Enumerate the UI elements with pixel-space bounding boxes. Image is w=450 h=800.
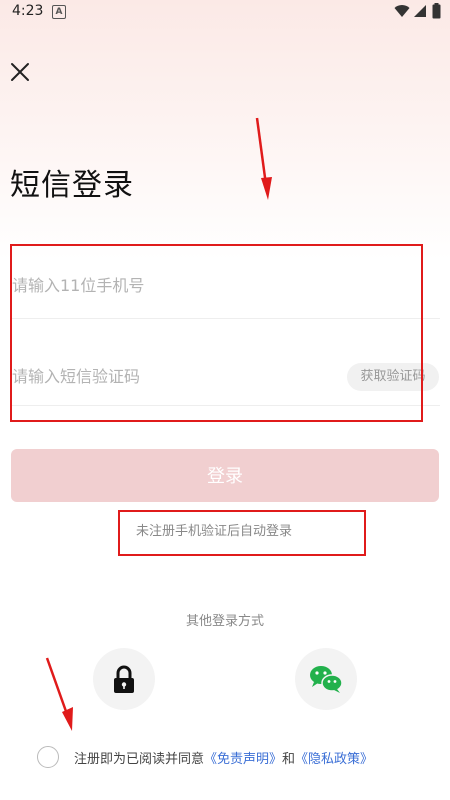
a-badge-icon: A: [52, 5, 66, 19]
lock-icon: [114, 665, 134, 693]
agreement-prefix: 注册即为已阅读并同意: [74, 752, 205, 767]
battery-icon: [432, 3, 441, 19]
annotation-box-inputs: [10, 244, 423, 422]
wechat-login-button[interactable]: [295, 648, 357, 710]
status-time: 4:23: [12, 3, 44, 19]
agreement-checkbox[interactable]: [37, 746, 59, 768]
status-bar: 4:23 A: [0, 0, 450, 24]
annotation-arrow-top: [255, 117, 272, 200]
lock-login-button[interactable]: [93, 648, 155, 710]
agreement-text: 注册即为已阅读并同意《免责声明》和《隐私政策》: [74, 748, 373, 767]
signal-icon: [414, 5, 426, 17]
wechat-icon: [310, 666, 343, 693]
annotation-box-hint: [118, 510, 366, 556]
login-button[interactable]: 登录: [11, 449, 439, 502]
page-title: 短信登录: [10, 168, 134, 203]
privacy-policy-link[interactable]: 《隐私政策》: [295, 752, 373, 767]
agreement-connector: 和: [282, 752, 296, 767]
disclaimer-link[interactable]: 《免责声明》: [204, 752, 282, 767]
annotation-arrow-bottom: [45, 657, 73, 731]
close-icon[interactable]: [8, 60, 32, 84]
wifi-icon: [394, 5, 410, 18]
other-login-label: 其他登录方式: [185, 614, 264, 629]
